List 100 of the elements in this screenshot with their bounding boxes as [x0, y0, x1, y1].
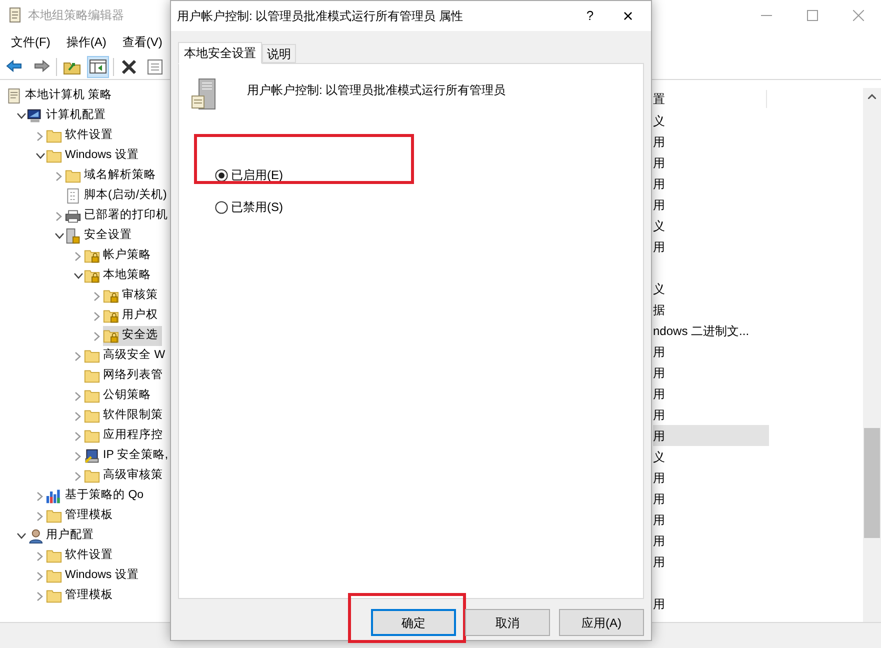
tree-item[interactable]: 管理模板	[46, 506, 117, 526]
scroll-up-icon	[868, 94, 876, 99]
radio-option[interactable]: 已禁用(S)	[215, 198, 283, 216]
folder-icon	[84, 468, 100, 484]
tree-item[interactable]: 公钥策略	[84, 386, 155, 406]
tree-item[interactable]: 应用程序控	[84, 426, 167, 446]
policy-scroll-icon	[6, 88, 22, 104]
expand-chevron-icon[interactable]	[37, 132, 43, 140]
expand-chevron-icon[interactable]	[56, 212, 62, 220]
help-button[interactable]: ?	[575, 6, 605, 26]
tree-item[interactable]: 域名解析策略	[65, 166, 160, 186]
maximize-icon	[806, 10, 818, 20]
collapse-chevron-icon[interactable]	[16, 113, 26, 119]
column-header[interactable]: 置	[653, 90, 767, 108]
locked-folder-icon	[103, 328, 119, 344]
radio-button[interactable]	[215, 168, 228, 182]
folder-icon	[84, 388, 100, 404]
expand-chevron-icon[interactable]	[75, 432, 81, 440]
collapse-chevron-icon[interactable]	[74, 273, 82, 279]
folder-icon	[84, 368, 100, 384]
user-icon	[27, 528, 43, 544]
expand-chevron-icon[interactable]	[75, 392, 81, 400]
dialog-button[interactable]: 应用(A)	[559, 609, 644, 636]
tab[interactable]: 本地安全设置	[178, 42, 262, 64]
locked-folder-icon	[84, 268, 100, 284]
radio-option[interactable]: 已启用(E)	[215, 166, 283, 184]
tab[interactable]: 说明	[262, 44, 296, 63]
scrollbar-thumb[interactable]	[864, 428, 880, 538]
expand-chevron-icon[interactable]	[75, 352, 81, 360]
scrollbar[interactable]	[863, 88, 881, 622]
dialog-button[interactable]: 取消	[465, 609, 550, 636]
tree-item[interactable]: 基于策略的 Qo	[46, 486, 148, 506]
tree-item[interactable]: 已部署的打印机	[65, 206, 172, 226]
expand-chevron-icon[interactable]	[37, 592, 43, 600]
locked-folder-icon	[84, 248, 100, 264]
app-icon	[8, 7, 22, 23]
list-row[interactable]: 用	[653, 425, 769, 446]
computer-icon	[27, 108, 43, 124]
expand-chevron-icon[interactable]	[94, 292, 100, 300]
delete-icon	[120, 58, 138, 76]
tree-item[interactable]: 计算机配置	[27, 106, 110, 126]
tree-item[interactable]: 审核策	[103, 286, 162, 306]
pane-icon	[89, 58, 107, 76]
collapse-chevron-icon[interactable]	[54, 233, 64, 239]
folder-icon	[46, 568, 62, 584]
tree-item[interactable]: IP 安全策略,	[84, 446, 172, 466]
folder-icon	[46, 128, 62, 144]
tree-item[interactable]: 软件限制策	[84, 406, 167, 426]
folder-icon	[84, 348, 100, 364]
menu-item[interactable]: 文件(F)	[4, 30, 58, 54]
tree-item[interactable]: 脚本(启动/关机)	[65, 186, 171, 206]
toolbar-button[interactable]	[87, 56, 109, 78]
radio-button[interactable]	[215, 200, 228, 214]
expand-chevron-icon[interactable]	[56, 172, 62, 180]
dialog-button[interactable]: 确定	[371, 609, 456, 636]
tree-item[interactable]: 管理模板	[46, 586, 117, 606]
window-title: 本地组策略编辑器	[28, 7, 124, 24]
tree-item[interactable]: 高级安全 W	[84, 346, 170, 366]
menu-item[interactable]: 查看(V)	[115, 30, 170, 54]
tree-item[interactable]: 用户配置	[27, 526, 98, 546]
expand-chevron-icon[interactable]	[37, 492, 43, 500]
tree-item[interactable]: Windows 设置	[46, 566, 143, 586]
locked-folder-icon	[103, 308, 119, 324]
menu-item[interactable]: 操作(A)	[59, 30, 114, 54]
folder-icon	[65, 168, 81, 184]
expand-chevron-icon[interactable]	[75, 252, 81, 260]
security-icon	[65, 228, 81, 244]
server-icon	[191, 78, 217, 110]
tree-item[interactable]: 安全选	[103, 326, 162, 346]
collapse-chevron-icon[interactable]	[36, 153, 44, 159]
tree-item[interactable]: 软件设置	[46, 126, 117, 146]
tree-item[interactable]: 用户权	[103, 306, 162, 326]
tree-item[interactable]: 软件设置	[46, 546, 117, 566]
properties-icon	[146, 58, 164, 76]
tree-item[interactable]: 帐户策略	[84, 246, 155, 266]
expand-chevron-icon[interactable]	[75, 412, 81, 420]
expand-chevron-icon[interactable]	[37, 572, 43, 580]
expand-chevron-icon[interactable]	[94, 332, 100, 340]
tree-item[interactable]: 本地计算机 策略	[6, 86, 116, 106]
expand-chevron-icon[interactable]	[75, 452, 81, 460]
close-button[interactable]: ×	[605, 2, 651, 30]
tree-item[interactable]: 高级审核策	[84, 466, 167, 486]
tree-item[interactable]: 网络列表管	[84, 366, 167, 386]
minimize-icon	[760, 14, 772, 16]
expand-chevron-icon[interactable]	[37, 512, 43, 520]
expand-chevron-icon[interactable]	[94, 312, 100, 320]
tree-item[interactable]: 安全设置	[65, 226, 136, 246]
expand-chevron-icon[interactable]	[75, 472, 81, 480]
folder-icon	[84, 428, 100, 444]
close-icon	[852, 10, 864, 20]
locked-folder-icon	[103, 288, 119, 304]
tree-item[interactable]: 本地策略	[84, 266, 155, 286]
folder-icon	[46, 588, 62, 604]
bar-chart-icon	[46, 488, 62, 504]
expand-chevron-icon[interactable]	[37, 552, 43, 560]
tree-item[interactable]: Windows 设置	[46, 146, 143, 166]
dialog-title: 用户帐户控制: 以管理员批准模式运行所有管理员 属性	[177, 8, 464, 25]
policy-name: 用户帐户控制: 以管理员批准模式运行所有管理员	[247, 82, 506, 99]
network-lock-icon	[84, 448, 100, 464]
collapse-chevron-icon[interactable]	[16, 533, 26, 539]
